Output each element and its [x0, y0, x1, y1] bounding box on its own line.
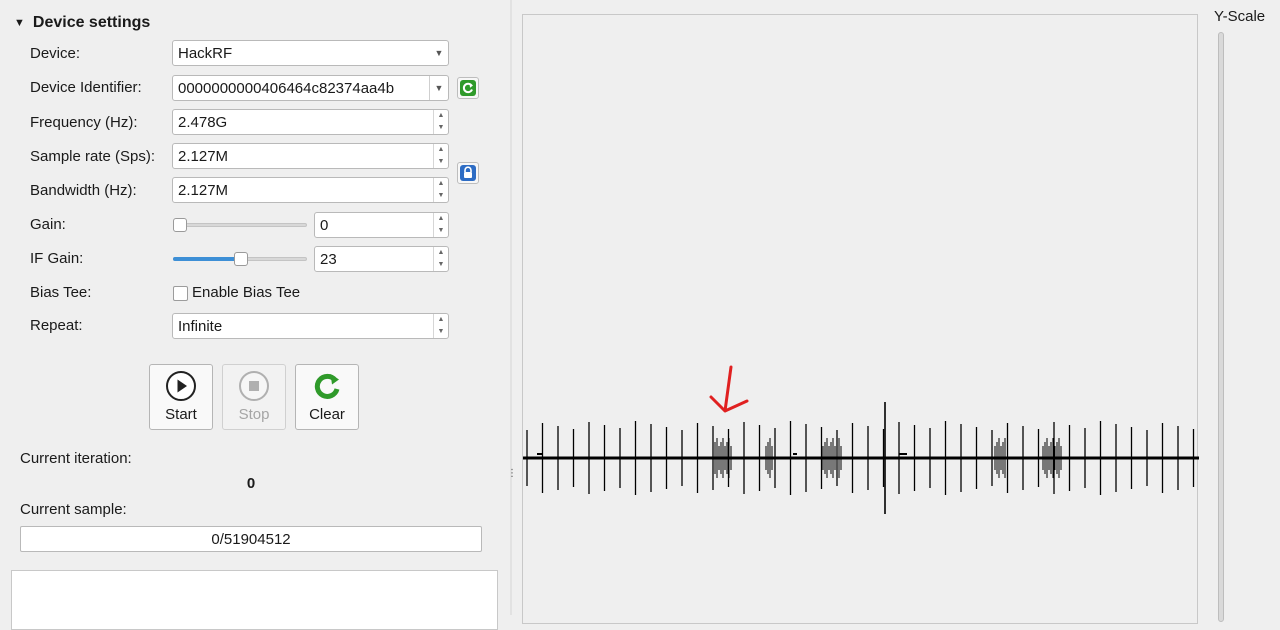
spin-down-icon[interactable]: ▼ — [434, 122, 448, 134]
if-gain-slider-handle[interactable] — [234, 252, 248, 266]
if-gain-value: 23 — [320, 250, 337, 268]
identifier-combo[interactable]: 0000000000406464c82374aa4b ▼ — [172, 75, 449, 101]
stop-label: Stop — [238, 406, 270, 423]
bandwidth-label: Bandwidth (Hz): — [30, 182, 137, 199]
spin-down-icon[interactable]: ▼ — [434, 259, 448, 271]
sample-rate-spinbox[interactable]: 2.127M ▲ ▼ — [172, 143, 449, 169]
lock-bandwidth-button[interactable] — [457, 162, 479, 184]
clear-label: Clear — [309, 406, 345, 423]
chevron-down-icon[interactable]: ▼ — [429, 76, 448, 100]
device-combo[interactable]: HackRF ▼ — [172, 40, 449, 66]
current-iteration-label: Current iteration: — [20, 450, 132, 467]
repeat-spinbox[interactable]: Infinite ▲ ▼ — [172, 313, 449, 339]
device-value: HackRF — [178, 44, 233, 62]
bias-tee-label: Bias Tee: — [30, 284, 92, 301]
gain-slider-handle[interactable] — [173, 218, 187, 232]
frequency-value: 2.478G — [178, 113, 228, 131]
clear-button[interactable]: Clear — [295, 364, 359, 430]
collapse-triangle-icon[interactable]: ▼ — [14, 17, 25, 29]
gain-value: 0 — [320, 216, 329, 234]
bandwidth-spinbox[interactable]: 2.127M ▲ ▼ — [172, 177, 449, 203]
frequency-label: Frequency (Hz): — [30, 114, 138, 131]
chevron-down-icon: ▼ — [434, 48, 444, 58]
spin-up-icon[interactable]: ▲ — [434, 178, 448, 190]
spin-up-icon[interactable]: ▲ — [434, 314, 448, 326]
stop-button[interactable]: Stop — [222, 364, 286, 430]
spin-up-icon[interactable]: ▲ — [434, 213, 448, 225]
refresh-icon — [460, 80, 476, 96]
sample-progress-bar: 0/51904512 — [20, 526, 482, 552]
log-text-area[interactable] — [11, 570, 498, 630]
splitter-handle-icon[interactable]: ⋮ — [507, 468, 517, 479]
yscale-label: Y-Scale — [1214, 8, 1266, 25]
spin-down-icon[interactable]: ▼ — [434, 156, 448, 168]
if-gain-slider[interactable] — [173, 251, 307, 267]
bandwidth-value: 2.127M — [178, 181, 229, 199]
section-title: Device settings — [32, 14, 151, 31]
yscale-slider[interactable] — [1218, 32, 1224, 622]
current-sample-label: Current sample: — [20, 501, 127, 518]
start-label: Start — [165, 406, 197, 423]
bias-tee-checkbox-label[interactable]: Enable Bias Tee — [192, 284, 300, 301]
refresh-devices-button[interactable] — [457, 77, 479, 99]
gain-slider[interactable] — [173, 217, 307, 233]
spin-up-icon[interactable]: ▲ — [434, 144, 448, 156]
device-label: Device: — [30, 45, 81, 62]
start-button[interactable]: Start — [149, 364, 213, 430]
repeat-value: Infinite — [178, 317, 223, 335]
signal-plot[interactable] — [522, 14, 1199, 624]
lock-icon — [460, 165, 476, 181]
refresh-icon — [314, 373, 340, 399]
identifier-value: 0000000000406464c82374aa4b — [178, 79, 395, 97]
spin-down-icon[interactable]: ▼ — [434, 225, 448, 237]
frequency-spinbox[interactable]: 2.478G ▲ ▼ — [172, 109, 449, 135]
sample-rate-value: 2.127M — [178, 147, 229, 165]
spin-down-icon[interactable]: ▼ — [434, 190, 448, 202]
sample-rate-label: Sample rate (Sps): — [30, 148, 156, 165]
gain-label: Gain: — [30, 216, 66, 233]
spin-up-icon[interactable]: ▲ — [434, 110, 448, 122]
annotation-arrow-icon — [709, 365, 749, 413]
spin-up-icon[interactable]: ▲ — [434, 247, 448, 259]
panel-splitter[interactable] — [510, 0, 512, 615]
signal-waveform — [523, 365, 1199, 514]
spin-down-icon[interactable]: ▼ — [434, 326, 448, 338]
device-settings-header[interactable]: ▼ Device settings — [14, 14, 150, 32]
gain-spinbox[interactable]: 0 ▲ ▼ — [314, 212, 449, 238]
repeat-label: Repeat: — [30, 317, 83, 334]
bias-tee-checkbox[interactable] — [173, 286, 188, 301]
if-gain-label: IF Gain: — [30, 250, 84, 267]
identifier-label: Device Identifier: — [30, 79, 142, 96]
current-iteration-value: 0 — [246, 475, 256, 492]
sample-progress-text: 0/51904512 — [211, 530, 291, 548]
stop-icon — [239, 371, 269, 401]
if-gain-spinbox[interactable]: 23 ▲ ▼ — [314, 246, 449, 272]
play-icon — [166, 371, 196, 401]
